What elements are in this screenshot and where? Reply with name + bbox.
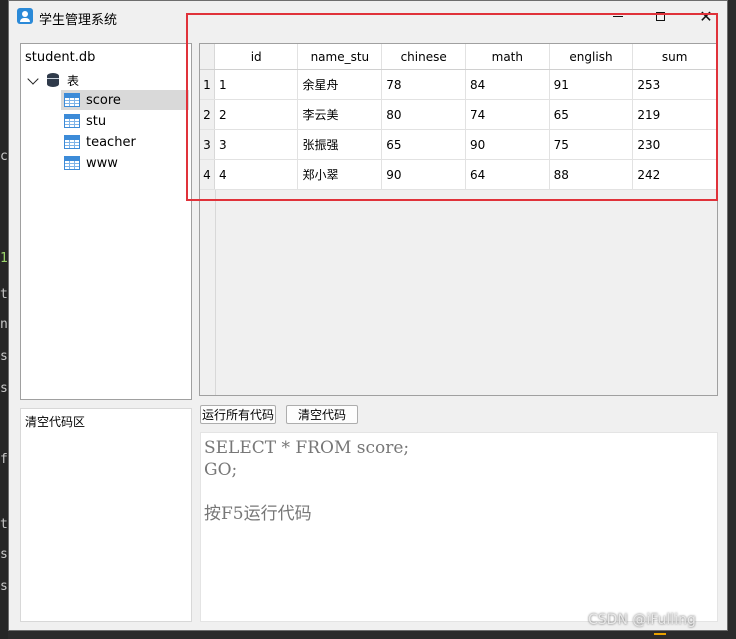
code-area-panel: 清空代码区 [20, 408, 192, 622]
row-header[interactable]: 1 [200, 69, 215, 100]
close-icon: ✕ [699, 6, 713, 26]
tree-node-tables-label: 表 [67, 73, 80, 88]
result-grid[interactable]: id name_stu chinese math english sum 1 1… [199, 43, 718, 396]
tree-item-label: www [86, 155, 118, 171]
sql-editor[interactable]: SELECT * FROM score; GO; 按F5运行代码 [200, 432, 718, 622]
table-cell[interactable]: 80 [381, 99, 467, 130]
minimize-button[interactable] [605, 5, 631, 27]
background-char: t [0, 288, 8, 302]
table-cell[interactable]: 230 [632, 129, 717, 160]
column-header[interactable]: english [549, 44, 634, 70]
tree-item-label: teacher [86, 134, 136, 150]
editor-line: SELECT * FROM score; [204, 438, 410, 458]
table-cell[interactable]: 90 [381, 159, 467, 190]
table-cell[interactable]: 253 [632, 69, 717, 100]
table-icon [64, 93, 80, 107]
title-bar[interactable]: 学生管理系统 ✕ [9, 1, 727, 33]
close-button[interactable]: ✕ [693, 5, 719, 27]
minimize-icon [613, 15, 623, 17]
table-cell[interactable]: 64 [465, 159, 550, 190]
app-user-icon [17, 8, 33, 24]
editor-line: GO; [204, 460, 238, 480]
maximize-button[interactable] [647, 5, 673, 27]
table-row[interactable]: 3 3 张振强 65 90 75 230 [200, 129, 717, 160]
table-cell[interactable]: 1 [214, 69, 299, 100]
table-cell[interactable]: 78 [381, 69, 467, 100]
table-row[interactable]: 1 1 余星舟 78 84 91 253 [200, 69, 717, 100]
database-tree[interactable]: student.db 表 score stu teacher www [20, 43, 192, 400]
tree-item-teacher[interactable]: teacher [61, 132, 189, 152]
background-char: c [0, 150, 8, 164]
column-header[interactable]: math [465, 44, 550, 70]
header-row: id name_stu chinese math english sum [200, 44, 717, 70]
table-cell[interactable]: 65 [381, 129, 467, 160]
row-header[interactable]: 3 [200, 129, 215, 160]
column-header[interactable]: id [214, 44, 299, 70]
table-cell[interactable]: 242 [632, 159, 717, 190]
table-cell[interactable]: 65 [549, 99, 634, 130]
background-char: t [0, 518, 8, 532]
window-title: 学生管理系统 [39, 13, 118, 28]
table-icon [64, 114, 80, 128]
tree-node-tables[interactable]: 表 [25, 70, 79, 90]
column-header[interactable]: name_stu [297, 44, 383, 70]
chevron-down-icon[interactable] [27, 72, 39, 85]
editor-line: 按F5运行代码 [204, 504, 312, 524]
table-row[interactable]: 2 2 李云美 80 74 65 219 [200, 99, 717, 130]
table-cell[interactable]: 219 [632, 99, 717, 130]
table-cell[interactable]: 88 [549, 159, 634, 190]
watermark: CSDN @iFulling [588, 612, 696, 628]
background-char: s [0, 580, 8, 594]
tree-item-label: score [86, 92, 121, 108]
tree-item-label: stu [86, 113, 107, 129]
table-icon [64, 156, 80, 170]
run-all-button[interactable]: 运行所有代码 [200, 405, 276, 424]
table-cell[interactable]: 91 [549, 69, 634, 100]
tree-item-www[interactable]: www [61, 153, 189, 173]
app-window: 学生管理系统 ✕ student.db 表 score stu teacher … [8, 0, 728, 631]
table-icon [64, 135, 80, 149]
background-char: s [0, 350, 8, 364]
table-cell[interactable]: 90 [465, 129, 550, 160]
background-char: 1 [0, 252, 8, 266]
maximize-icon [655, 11, 665, 21]
table-cell[interactable]: 2 [214, 99, 299, 130]
background-char: n [0, 318, 8, 332]
table-row[interactable]: 4 4 郑小翠 90 64 88 242 [200, 159, 717, 190]
tree-item-score[interactable]: score [61, 90, 189, 110]
tree-item-stu[interactable]: stu [61, 111, 189, 131]
table-cell[interactable]: 张振强 [297, 129, 383, 160]
tree-root-db[interactable]: student.db [25, 50, 95, 65]
background-char: s [0, 548, 8, 562]
result-table[interactable]: id name_stu chinese math english sum 1 1… [200, 44, 717, 190]
row-header[interactable]: 2 [200, 99, 215, 130]
table-cell[interactable]: 郑小翠 [297, 159, 383, 190]
clear-code-button[interactable]: 清空代码 [286, 405, 358, 424]
database-icon [47, 73, 59, 87]
table-cell[interactable]: 84 [465, 69, 550, 100]
table-cell[interactable]: 李云美 [297, 99, 383, 130]
table-cell[interactable]: 4 [214, 159, 299, 190]
column-header[interactable]: chinese [381, 44, 467, 70]
table-cell[interactable]: 74 [465, 99, 550, 130]
column-header[interactable]: sum [632, 44, 717, 70]
table-cell[interactable]: 75 [549, 129, 634, 160]
row-header[interactable]: 4 [200, 159, 215, 190]
corner-cell[interactable] [200, 44, 215, 70]
background-char: s [0, 382, 8, 396]
table-cell[interactable]: 3 [214, 129, 299, 160]
table-cell[interactable]: 余星舟 [297, 69, 383, 100]
code-area-label: 清空代码区 [25, 415, 86, 429]
taskbar-indicator [654, 633, 666, 635]
background-char: f [0, 453, 8, 467]
